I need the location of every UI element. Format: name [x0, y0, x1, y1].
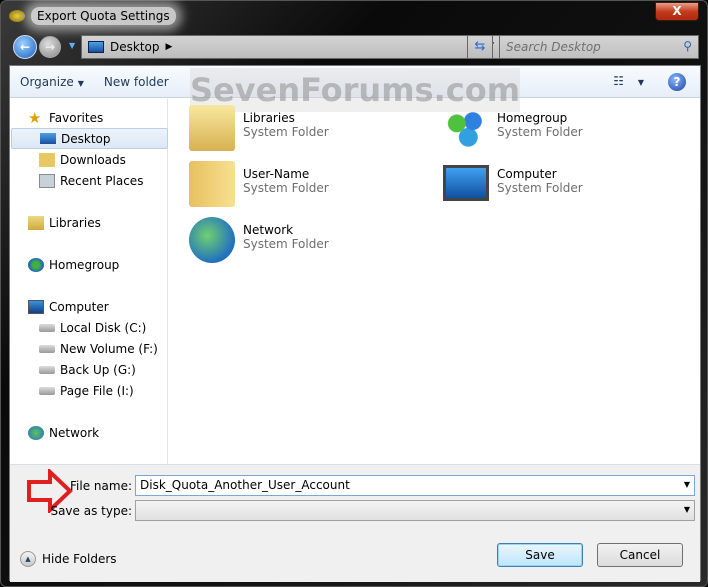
save-as-type-select[interactable]: ▼	[135, 500, 695, 521]
sidebar-item-label: Network	[49, 425, 100, 440]
network-icon	[189, 217, 235, 263]
item-type: System Folder	[497, 181, 583, 195]
sidebar-item-network[interactable]: Network	[28, 422, 167, 443]
title-bar: Export Quota Settings	[9, 7, 176, 25]
help-button[interactable]: ?	[668, 73, 686, 91]
search-icon[interactable]: ⚲	[683, 39, 692, 53]
save-as-type-label: Save as type:	[50, 504, 132, 518]
drive-icon	[39, 365, 55, 374]
file-list: Libraries System Folder Homegroup System F…	[169, 99, 701, 464]
chevron-up-icon: ▲	[20, 551, 36, 567]
sidebar-item-back-up-g[interactable]: Back Up (G:)	[39, 359, 167, 380]
sidebar-item-label: Computer	[49, 299, 109, 314]
views-icon: ☷	[613, 74, 625, 88]
file-name-input[interactable]: Disk_Quota_Another_User_Account ▼	[135, 475, 695, 496]
address-text: Desktop	[110, 40, 160, 54]
navigation-pane: ★ Favorites Desktop Downloads Recent Plac…	[10, 99, 168, 464]
item-type: System Folder	[243, 125, 329, 139]
sidebar-item-label: Desktop	[61, 131, 111, 146]
drive-icon	[39, 386, 55, 395]
sidebar-item-label: Page File (I:)	[60, 383, 134, 398]
sidebar-item-new-volume-f[interactable]: New Volume (F:)	[39, 338, 167, 359]
forward-button[interactable]: →	[39, 36, 61, 58]
list-item-homegroup[interactable]: Homegroup System Folder	[443, 105, 683, 155]
item-name: Libraries	[243, 111, 295, 125]
recent-pages-dropdown[interactable]: ▼	[69, 41, 75, 50]
sidebar-item-label: New Volume (F:)	[60, 341, 158, 356]
item-name: User-Name	[243, 167, 310, 181]
sidebar-item-favorites[interactable]: ★ Favorites	[28, 107, 167, 128]
sidebar-item-label: Favorites	[49, 110, 104, 125]
search-placeholder: Search Desktop	[506, 40, 601, 54]
desktop-icon	[40, 133, 56, 144]
app-icon	[9, 10, 25, 22]
close-button[interactable]: X	[655, 2, 699, 21]
sidebar-item-label: Local Disk (C:)	[60, 320, 147, 335]
homegroup-icon	[443, 105, 489, 151]
item-type: System Folder	[497, 125, 583, 139]
breadcrumb-chevron-icon[interactable]: ▶	[166, 42, 173, 52]
list-item-computer[interactable]: Computer System Folder	[443, 161, 683, 211]
dialog-window: Export Quota Settings X ← → ▼ Desktop ▶ …	[0, 0, 708, 587]
desktop-icon	[88, 41, 104, 53]
drive-icon	[39, 344, 55, 353]
recent-places-icon	[39, 173, 55, 188]
organize-button[interactable]: Organize ▼	[10, 75, 94, 89]
file-name-value: Disk_Quota_Another_User_Account	[140, 478, 350, 492]
address-bar[interactable]: Desktop ▶ ▼	[81, 35, 501, 59]
chevron-down-icon[interactable]: ▼	[684, 480, 690, 489]
downloads-folder-icon	[39, 152, 55, 167]
file-name-label: File name:	[70, 479, 132, 493]
sidebar-item-label: Back Up (G:)	[60, 362, 136, 377]
sidebar-item-homegroup[interactable]: Homegroup	[28, 254, 167, 275]
star-icon: ★	[28, 108, 42, 127]
change-view-button[interactable]: ☷ ▼	[613, 74, 644, 88]
item-name: Computer	[497, 167, 557, 181]
back-button[interactable]: ←	[13, 35, 37, 59]
sidebar-item-label: Libraries	[49, 215, 101, 230]
refresh-button[interactable]: ⇆	[467, 35, 493, 59]
new-folder-button[interactable]: New folder	[94, 75, 179, 89]
chevron-down-icon: ▼	[637, 78, 644, 87]
network-icon	[28, 425, 44, 440]
search-input[interactable]: Search Desktop ⚲	[499, 35, 699, 59]
chevron-down-icon[interactable]: ▼	[684, 505, 690, 514]
item-type: System Folder	[243, 237, 329, 251]
sidebar-item-local-disk-c[interactable]: Local Disk (C:)	[39, 317, 167, 338]
sidebar-item-desktop[interactable]: Desktop	[11, 128, 168, 149]
libraries-icon	[189, 105, 235, 151]
organize-label: Organize	[20, 74, 74, 89]
list-item-network[interactable]: Network System Folder	[189, 217, 429, 267]
navigation-bar: ← → ▼ Desktop ▶ ▼ ⇆ Search Desktop ⚲	[9, 33, 701, 61]
user-folder-icon	[189, 161, 235, 207]
hide-folders-label: Hide Folders	[42, 552, 117, 566]
sidebar-item-libraries[interactable]: Libraries	[28, 212, 167, 233]
sidebar-item-downloads[interactable]: Downloads	[39, 149, 167, 170]
drive-icon	[39, 323, 55, 332]
sidebar-item-label: Recent Places	[60, 173, 144, 188]
libraries-icon	[28, 215, 44, 230]
list-item-user-name[interactable]: User-Name System Folder	[189, 161, 429, 211]
computer-icon	[443, 165, 489, 201]
sidebar-item-page-file-i[interactable]: Page File (I:)	[39, 380, 167, 401]
computer-icon	[28, 299, 44, 314]
homegroup-icon	[28, 257, 44, 272]
sidebar-item-label: Downloads	[60, 152, 126, 167]
item-type: System Folder	[243, 181, 329, 195]
sidebar-item-computer[interactable]: Computer	[28, 296, 167, 317]
hide-folders-button[interactable]: ▲ Hide Folders	[20, 551, 117, 567]
cancel-button[interactable]: Cancel	[597, 543, 683, 567]
toolbar: Organize ▼ New folder ☷ ▼ ?	[10, 66, 700, 98]
list-item-libraries[interactable]: Libraries System Folder	[189, 105, 429, 155]
save-button[interactable]: Save	[497, 543, 583, 567]
sidebar-item-label: Homegroup	[49, 257, 120, 272]
item-name: Network	[243, 223, 294, 237]
chevron-down-icon: ▼	[77, 78, 84, 88]
dialog-client: Organize ▼ New folder ☷ ▼ ? SevenForums.c…	[9, 65, 701, 582]
save-panel: File name: Disk_Quota_Another_User_Accou…	[10, 464, 700, 582]
sidebar-item-recent-places[interactable]: Recent Places	[39, 170, 167, 191]
item-name: Homegroup	[497, 111, 568, 125]
window-title: Export Quota Settings	[31, 7, 176, 25]
